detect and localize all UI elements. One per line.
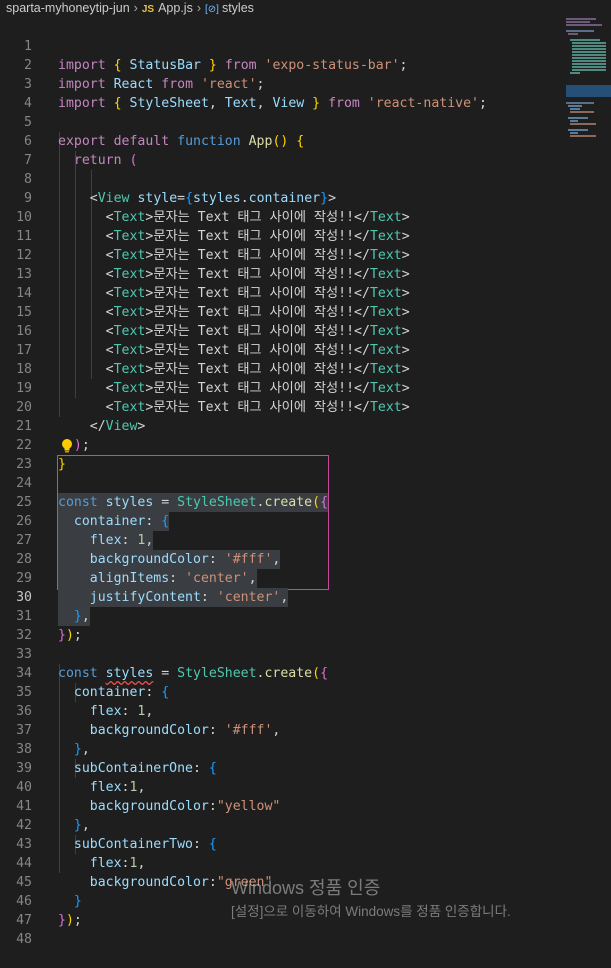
code-line: 3 import { StyleSheet, Text, View } from…	[0, 56, 611, 111]
javascript-file-icon: JS	[141, 4, 155, 15]
code-line: 12 <Text>문자는 Text 태그 사이에 작성!!</Text>	[0, 227, 611, 282]
code-line: 15 <Text>문자는 Text 태그 사이에 작성!!</Text>	[0, 284, 611, 339]
code-line: 18 <Text>문자는 Text 태그 사이에 작성!!</Text>	[0, 341, 611, 396]
code-line: 5 export default function App() {	[0, 94, 611, 149]
code-line: 20 </View>	[0, 379, 611, 434]
code-line: 14 <Text>문자는 Text 태그 사이에 작성!!</Text>	[0, 265, 611, 320]
code-line: 34 container: {	[0, 645, 611, 700]
breadcrumb-file[interactable]: App.js	[158, 1, 193, 15]
code-line: 44 backgroundColor:"green"	[0, 835, 611, 890]
code-line: 10 <Text>문자는 Text 태그 사이에 작성!!</Text>	[0, 189, 611, 244]
code-line: 35 flex: 1,	[0, 664, 611, 719]
code-line: 37 },	[0, 702, 611, 757]
code-line: 39 flex:1,	[0, 740, 611, 795]
lightbulb-icon[interactable]	[60, 438, 74, 454]
windows-activation-watermark: Windows 정품 인증 [설정]으로 이동하여 Windows를 정품 인증…	[231, 876, 511, 922]
code-line: 27 backgroundColor: '#fff',	[0, 512, 611, 569]
code-editor[interactable]: 1 import { StatusBar } from 'expo-status…	[0, 18, 611, 947]
watermark-subtitle: [설정]으로 이동하여 Windows를 정품 인증합니다.	[231, 904, 511, 919]
code-line: 23	[0, 436, 611, 472]
variable-symbol-icon: [⊘]	[205, 4, 219, 15]
code-line: 24 const styles = StyleSheet.create({	[0, 455, 611, 512]
code-line: 1 import { StatusBar } from 'expo-status…	[0, 18, 611, 73]
code-line: 43 flex:1,	[0, 816, 611, 871]
code-line: 13 <Text>문자는 Text 태그 사이에 작성!!</Text>	[0, 246, 611, 301]
watermark-title: Windows 정품 인증	[231, 878, 381, 898]
code-line: 26 flex: 1,	[0, 493, 611, 550]
code-line: 11 <Text>문자는 Text 태그 사이에 작성!!</Text>	[0, 208, 611, 263]
code-line: 36 backgroundColor: '#fff',	[0, 683, 611, 738]
code-line: 22 }	[0, 417, 611, 472]
code-line: 30 },	[0, 569, 611, 626]
code-line: 6 return (	[0, 113, 611, 168]
breadcrumb-folder[interactable]: sparta-myhoneytip-jun	[0, 0, 130, 17]
code-line: 7	[0, 132, 611, 168]
code-line: 45 }	[0, 854, 611, 909]
line-number: 48	[16, 932, 32, 947]
code-line: 32	[0, 607, 611, 643]
code-line: 33 const styles = StyleSheet.create({	[0, 626, 611, 681]
chevron-right-icon: ›	[196, 1, 201, 15]
breadcrumb: sparta-myhoneytip-jun › JS App.js › [⊘] styles	[0, 0, 611, 18]
code-line: 21 );	[0, 398, 611, 453]
code-line: 19 <Text>문자는 Text 태그 사이에 작성!!</Text>	[0, 360, 611, 415]
code-line: 38 subContainerOne: {	[0, 721, 611, 776]
code-line: 40 backgroundColor:"yellow"	[0, 759, 611, 814]
code-line: 2 import React from 'react';	[0, 37, 611, 92]
code-line: 31 });	[0, 588, 611, 643]
breadcrumb-symbol[interactable]: styles	[222, 1, 254, 15]
code-line: 42 subContainerTwo: {	[0, 797, 611, 852]
code-line: 17 <Text>문자는 Text 태그 사이에 작성!!</Text>	[0, 322, 611, 377]
code-line: 8 <View style={styles.container}>	[0, 151, 611, 206]
minimap[interactable]	[566, 18, 611, 158]
code-line: 9 <Text>문자는 Text 태그 사이에 작성!!</Text>	[0, 170, 611, 225]
code-line: 4	[0, 75, 611, 111]
code-line: 25 container: {	[0, 474, 611, 531]
code-line: 41 },	[0, 778, 611, 833]
code-line: 16 <Text>문자는 Text 태그 사이에 작성!!</Text>	[0, 303, 611, 358]
code-line: 29 justifyContent: 'center',	[0, 550, 611, 607]
chevron-right-icon: ›	[133, 1, 138, 15]
code-line: 28 alignItems: 'center',	[0, 531, 611, 588]
